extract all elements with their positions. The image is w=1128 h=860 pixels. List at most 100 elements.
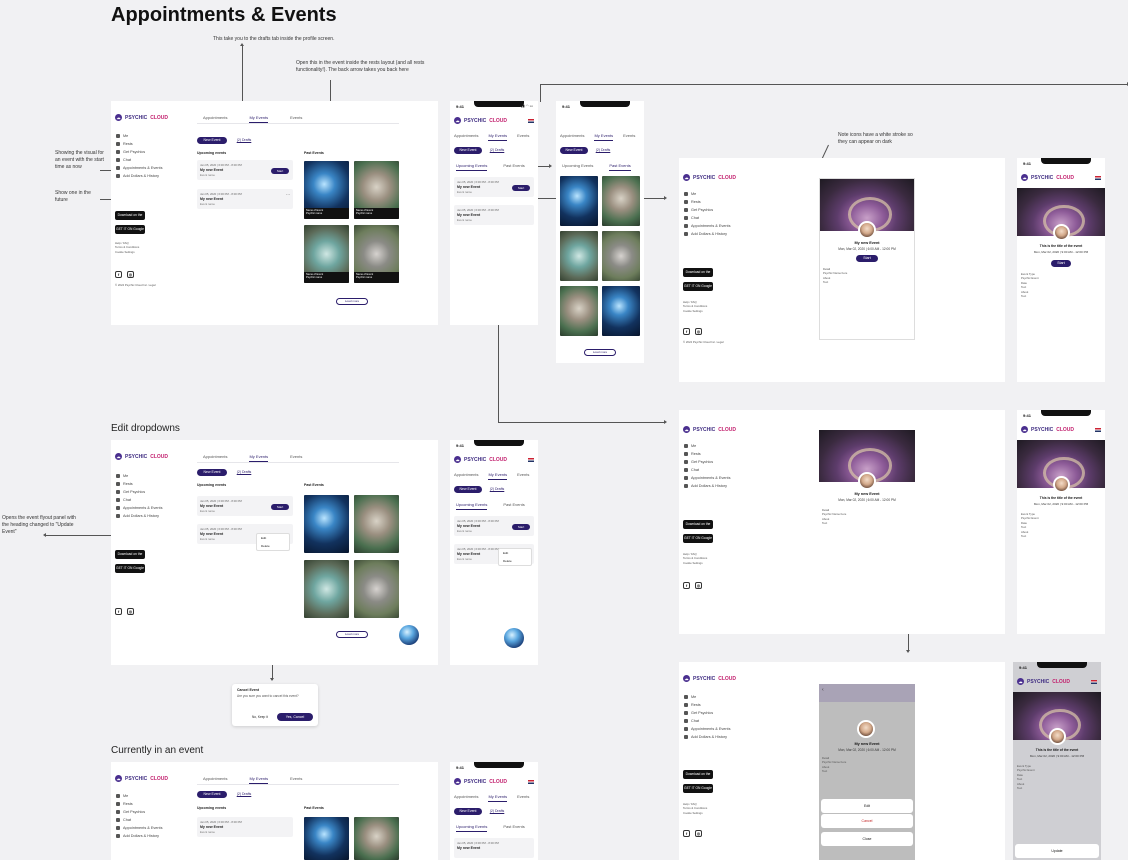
tab-my-events[interactable]: My Events: [488, 472, 508, 480]
facebook-icon[interactable]: f: [683, 830, 690, 837]
logo[interactable]: ☁ PSYCHIC CLOUD: [1021, 426, 1074, 433]
footer-links[interactable]: Help / FAQ Terms & Conditions Cookie Set…: [115, 241, 155, 254]
dropdown-delete[interactable]: Delete: [499, 557, 531, 565]
app-store-badge[interactable]: Download on the App Store: [683, 268, 713, 283]
sidebar-item-appointments[interactable]: Appointments & Events: [684, 222, 730, 230]
sidebar-item-appointments[interactable]: Appointments & Events: [684, 725, 730, 733]
tab-events[interactable]: Events: [517, 794, 529, 802]
google-play-badge[interactable]: GET IT ON Google Play: [683, 282, 713, 297]
google-play-badge[interactable]: GET IT ON Google Play: [683, 784, 713, 799]
logo[interactable]: ☁ PSYCHIC CLOUD: [454, 117, 507, 124]
tab-my-events[interactable]: My Events: [488, 794, 508, 802]
instagram-icon[interactable]: ◎: [127, 608, 134, 615]
event-card[interactable]: Jan 05, 2020 | 6:00 PM - 8:00 PM My new …: [454, 838, 534, 858]
logo[interactable]: ☁ PSYCHIC CLOUD: [115, 775, 168, 782]
floating-orb[interactable]: [504, 628, 524, 648]
sidebar-item-rests[interactable]: Rests: [684, 701, 730, 709]
event-tile[interactable]: [602, 231, 640, 281]
tab-appointments[interactable]: Appointments: [454, 794, 478, 802]
sidebar-item-me[interactable]: Me: [684, 190, 730, 198]
start-button[interactable]: Start: [512, 185, 530, 191]
facebook-icon[interactable]: f: [683, 328, 690, 335]
sidebar-item-add-dollars[interactable]: Add Dollars & History: [684, 733, 730, 741]
app-store-badge[interactable]: Download on the App Store: [115, 211, 145, 226]
sidebar-item-appointments[interactable]: Appointments & Events: [116, 824, 162, 832]
tab-events[interactable]: Events: [623, 133, 635, 141]
sidebar-item-rests[interactable]: Rests: [116, 140, 162, 148]
sidebar-item-get-psychics[interactable]: Get Psychics: [684, 709, 730, 717]
event-card[interactable]: Jan 05, 2020 | 6:00 PM - 8:00 PM My new …: [197, 160, 293, 180]
start-button[interactable]: Start: [512, 524, 530, 530]
new-event-button[interactable]: New Event: [560, 147, 588, 154]
start-button[interactable]: Start: [856, 255, 878, 262]
logo[interactable]: ☁ PSYCHIC CLOUD: [454, 778, 507, 785]
more-icon[interactable]: ···: [286, 192, 290, 197]
logo[interactable]: ☁ PSYCHIC CLOUD: [1021, 174, 1074, 181]
tab-my-events[interactable]: My Events: [249, 776, 269, 784]
tab-events[interactable]: Events: [517, 472, 529, 480]
logo[interactable]: ☁ PSYCHIC CLOUD: [115, 453, 168, 460]
sidebar-item-rests[interactable]: Rests: [116, 480, 162, 488]
sidebar-item-rests[interactable]: Rests: [116, 800, 162, 808]
start-button[interactable]: Start: [271, 168, 289, 174]
sidebar-item-add-dollars[interactable]: Add Dollars & History: [684, 230, 730, 238]
logo[interactable]: ☁ PSYCHIC CLOUD: [683, 675, 736, 682]
event-tile[interactable]: Name of Event Psychic name: [354, 225, 399, 283]
tab-past[interactable]: Past Events: [503, 502, 524, 510]
event-tile[interactable]: [560, 231, 598, 281]
event-tile[interactable]: [354, 495, 399, 553]
drafts-link[interactable]: (2) Drafts: [486, 486, 508, 493]
sidebar-item-get-psychics[interactable]: Get Psychics: [116, 148, 162, 156]
sidebar-item-rests[interactable]: Rests: [684, 198, 730, 206]
sidebar-item-me[interactable]: Me: [116, 472, 162, 480]
new-event-button[interactable]: New Event: [197, 791, 227, 798]
sidebar-item-chat[interactable]: Chat: [116, 816, 162, 824]
event-tile[interactable]: [602, 176, 640, 226]
tab-upcoming[interactable]: Upcoming Events: [456, 824, 488, 832]
app-store-badge[interactable]: Download on the App Store: [683, 770, 713, 785]
new-event-button[interactable]: New Event: [197, 137, 227, 144]
instagram-icon[interactable]: ◎: [695, 830, 702, 837]
footer-links[interactable]: Help / FAQ Terms & Conditions Cookie Set…: [683, 300, 723, 313]
new-event-button[interactable]: New Event: [454, 147, 482, 154]
tab-past[interactable]: Past Events: [503, 163, 524, 171]
flag-icon[interactable]: [1095, 428, 1101, 432]
tab-my-events[interactable]: My Events: [594, 133, 614, 141]
drafts-link[interactable]: (2) Drafts: [486, 808, 508, 815]
event-tile[interactable]: Name of Event Psychic name: [354, 161, 399, 219]
logo[interactable]: ☁ PSYCHIC CLOUD: [1017, 678, 1070, 685]
sidebar-item-get-psychics[interactable]: Get Psychics: [684, 458, 730, 466]
event-card[interactable]: Jan 05, 2020 | 6:00 PM - 8:00 PM My new …: [197, 189, 293, 209]
event-tile[interactable]: [602, 286, 640, 336]
drafts-link[interactable]: (2) Drafts: [233, 469, 255, 476]
sheet-update-button[interactable]: Update: [1015, 844, 1099, 858]
logo[interactable]: ☁ PSYCHIC CLOUD: [115, 114, 168, 121]
tab-events[interactable]: Events: [290, 115, 302, 123]
sidebar-item-chat[interactable]: Chat: [116, 496, 162, 504]
tab-upcoming[interactable]: Upcoming Events: [562, 163, 593, 171]
event-tile[interactable]: [560, 286, 598, 336]
dialog-no-button[interactable]: No, Keep it: [252, 715, 268, 720]
instagram-icon[interactable]: ◎: [695, 582, 702, 589]
facebook-icon[interactable]: f: [115, 608, 122, 615]
facebook-icon[interactable]: f: [115, 271, 122, 278]
footer-links[interactable]: Help / FAQ Terms & Conditions Cookie Set…: [683, 552, 723, 565]
tab-appointments[interactable]: Appointments: [203, 776, 227, 784]
app-store-badge[interactable]: Download on the App Store: [115, 550, 145, 565]
sidebar-item-me[interactable]: Me: [684, 442, 730, 450]
sidebar-item-appointments[interactable]: Appointments & Events: [684, 474, 730, 482]
drafts-link[interactable]: (2) Drafts: [592, 147, 614, 154]
flag-icon[interactable]: [528, 458, 534, 462]
sidebar-item-appointments[interactable]: Appointments & Events: [116, 164, 162, 172]
sheet-close-button[interactable]: Close: [821, 832, 913, 846]
tab-events[interactable]: Events: [517, 133, 529, 141]
sidebar-item-add-dollars[interactable]: Add Dollars & History: [684, 482, 730, 490]
floating-orb[interactable]: [399, 625, 419, 645]
dropdown-delete[interactable]: Delete: [257, 542, 289, 550]
tab-appointments[interactable]: Appointments: [560, 133, 584, 141]
event-tile[interactable]: Name of Event Psychic name: [304, 161, 349, 219]
app-store-badge[interactable]: Download on the App Store: [683, 520, 713, 535]
drafts-link[interactable]: (2) Drafts: [486, 147, 508, 154]
dialog-yes-button[interactable]: Yes, Cancel: [277, 713, 313, 721]
sidebar-item-me[interactable]: Me: [116, 132, 162, 140]
